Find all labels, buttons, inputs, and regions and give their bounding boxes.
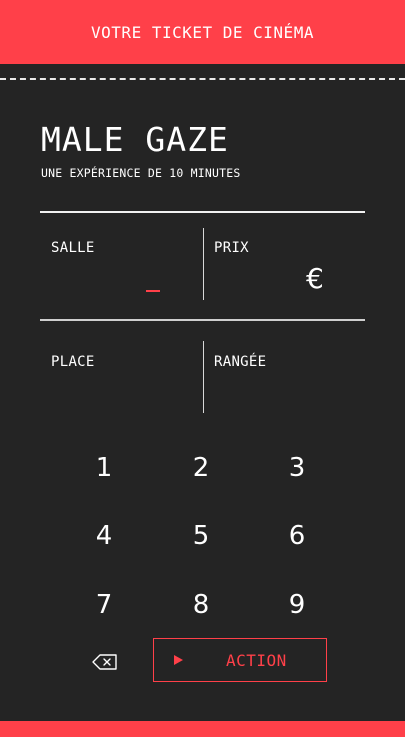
movie-title: MALE GAZE bbox=[41, 120, 229, 159]
action-button[interactable]: ACTION bbox=[153, 638, 327, 682]
footer-bar bbox=[0, 721, 405, 737]
field-divider bbox=[203, 228, 204, 300]
rangee-label: RANGÉE bbox=[214, 354, 267, 370]
action-label: ACTION bbox=[226, 651, 287, 670]
header-title: VOTRE TICKET DE CINÉMA bbox=[91, 22, 314, 42]
key-2[interactable]: 2 bbox=[171, 443, 231, 493]
prix-label: PRIX bbox=[214, 240, 249, 256]
key-8[interactable]: 8 bbox=[171, 580, 231, 630]
divider-top bbox=[40, 211, 365, 213]
divider-middle bbox=[40, 319, 365, 321]
key-1[interactable]: 1 bbox=[74, 443, 134, 493]
header-bar: VOTRE TICKET DE CINÉMA bbox=[0, 0, 405, 64]
key-4[interactable]: 4 bbox=[74, 511, 134, 561]
key-6[interactable]: 6 bbox=[267, 511, 327, 561]
key-9[interactable]: 9 bbox=[267, 580, 327, 630]
currency-symbol: € bbox=[306, 262, 324, 295]
salle-input-cursor[interactable] bbox=[146, 290, 160, 292]
ticket-perforation bbox=[0, 78, 405, 80]
field-divider bbox=[203, 341, 204, 413]
backspace-button[interactable] bbox=[88, 648, 122, 676]
movie-subtitle: UNE EXPÉRIENCE DE 10 MINUTES bbox=[41, 166, 241, 180]
key-3[interactable]: 3 bbox=[267, 443, 327, 493]
backspace-icon bbox=[92, 654, 117, 670]
salle-label: SALLE bbox=[51, 240, 95, 256]
place-label: PLACE bbox=[51, 354, 95, 370]
play-icon bbox=[174, 655, 183, 665]
key-5[interactable]: 5 bbox=[171, 511, 231, 561]
key-7[interactable]: 7 bbox=[74, 580, 134, 630]
